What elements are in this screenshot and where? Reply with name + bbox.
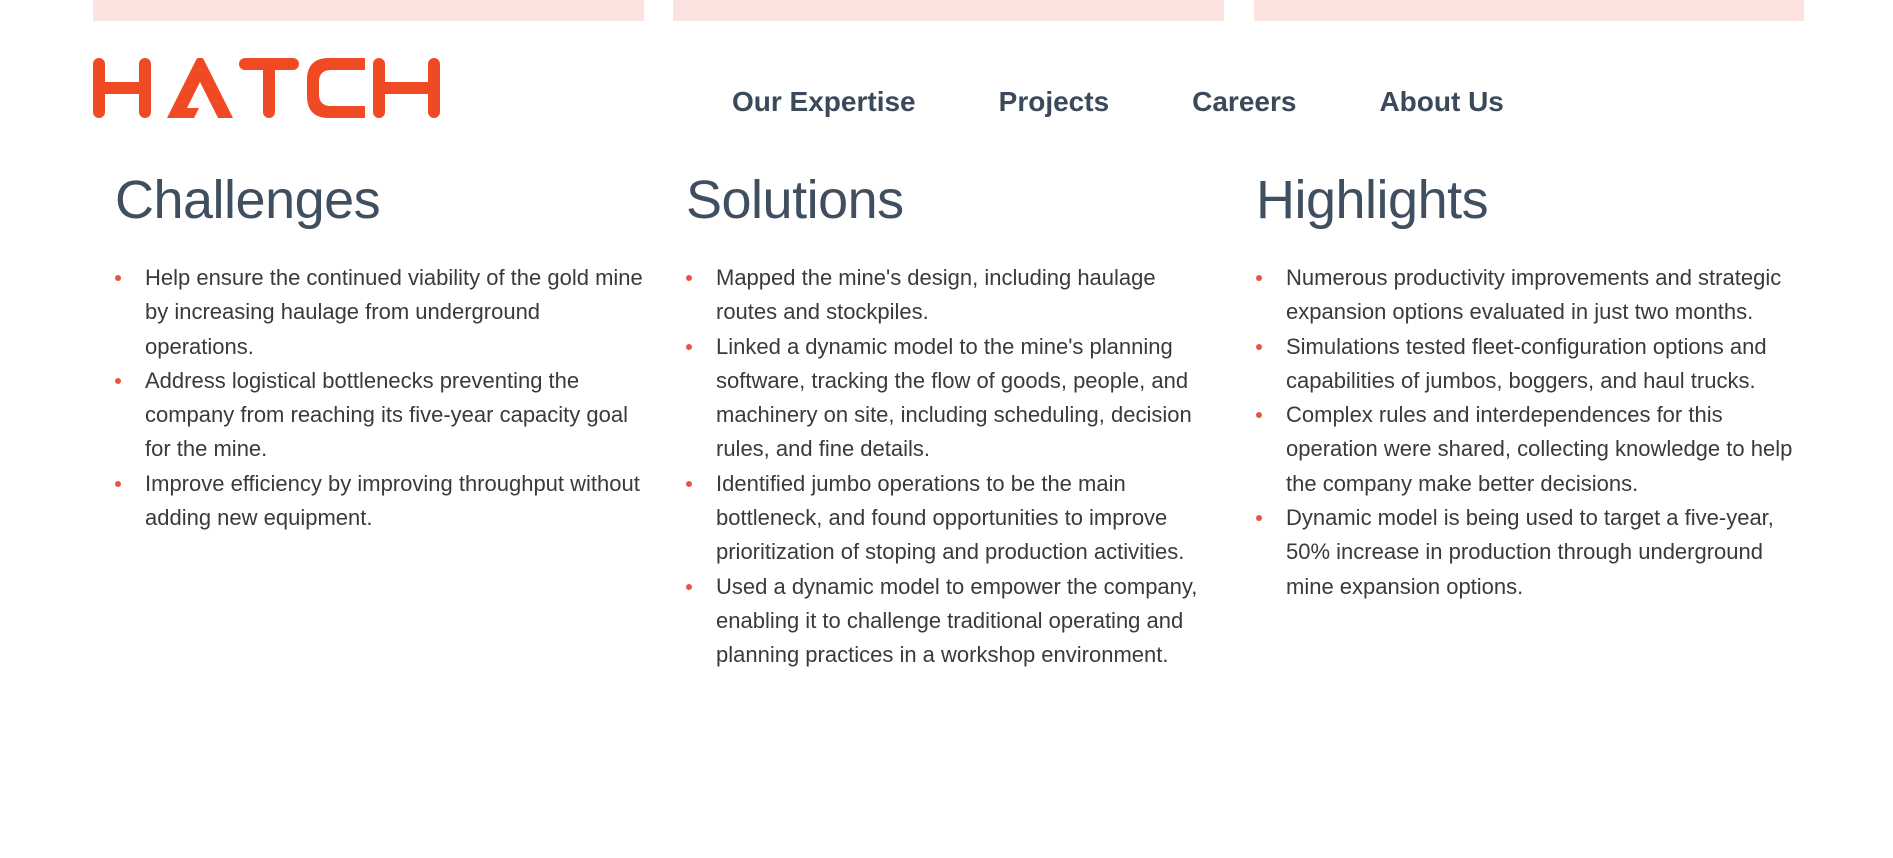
- bullet-icon: [115, 377, 121, 384]
- hatch-logo-icon: [93, 58, 440, 118]
- bullet-icon: [1256, 515, 1262, 522]
- bullet-icon: [686, 480, 692, 487]
- solutions-list: Mapped the mine's design, including haul…: [686, 261, 1221, 673]
- bullet-icon: [115, 275, 121, 281]
- list-item: Linked a dynamic model to the mine's pla…: [686, 330, 1221, 467]
- solutions-section: Solutions Mapped the mine's design, incl…: [686, 165, 1221, 673]
- section-title: Challenges: [115, 170, 381, 230]
- challenges-list: Help ensure the continued viability of t…: [115, 261, 645, 535]
- bullet-icon: [1256, 275, 1262, 281]
- bullet-icon: [686, 275, 692, 281]
- list-item: Used a dynamic model to empower the comp…: [686, 570, 1221, 673]
- highlights-section: Highlights Numerous productivity improve…: [1256, 165, 1796, 604]
- list-item: Complex rules and interdependences for t…: [1256, 398, 1796, 501]
- hatch-logo[interactable]: [93, 58, 440, 120]
- list-item: Dynamic model is being used to target a …: [1256, 501, 1796, 604]
- section-title: Solutions: [686, 170, 904, 230]
- nav-careers[interactable]: Careers: [1192, 86, 1296, 118]
- top-banner-2: [673, 0, 1224, 21]
- list-item: Identified jumbo operations to be the ma…: [686, 467, 1221, 570]
- bullet-icon: [686, 343, 692, 350]
- list-item: Mapped the mine's design, including haul…: [686, 261, 1221, 330]
- list-item: Improve efficiency by improving throughp…: [115, 467, 645, 536]
- top-banner-3: [1254, 0, 1804, 21]
- bullet-icon: [115, 480, 121, 487]
- bullet-icon: [686, 583, 692, 590]
- nav-projects[interactable]: Projects: [999, 86, 1110, 118]
- top-banner-1: [93, 0, 644, 21]
- nav-our-expertise[interactable]: Our Expertise: [732, 86, 916, 118]
- section-title: Highlights: [1256, 170, 1489, 230]
- list-item: Address logistical bottlenecks preventin…: [115, 364, 645, 467]
- main-nav: Our Expertise Projects Careers About Us: [732, 86, 1504, 118]
- bullet-icon: [1256, 412, 1262, 419]
- nav-about-us[interactable]: About Us: [1379, 86, 1503, 118]
- challenges-section: Challenges Help ensure the continued via…: [115, 165, 645, 535]
- list-item: Simulations tested fleet-configuration o…: [1256, 330, 1796, 399]
- list-item: Numerous productivity improvements and s…: [1256, 261, 1796, 330]
- list-item: Help ensure the continued viability of t…: [115, 261, 645, 364]
- bullet-icon: [1256, 343, 1262, 350]
- highlights-list: Numerous productivity improvements and s…: [1256, 261, 1796, 604]
